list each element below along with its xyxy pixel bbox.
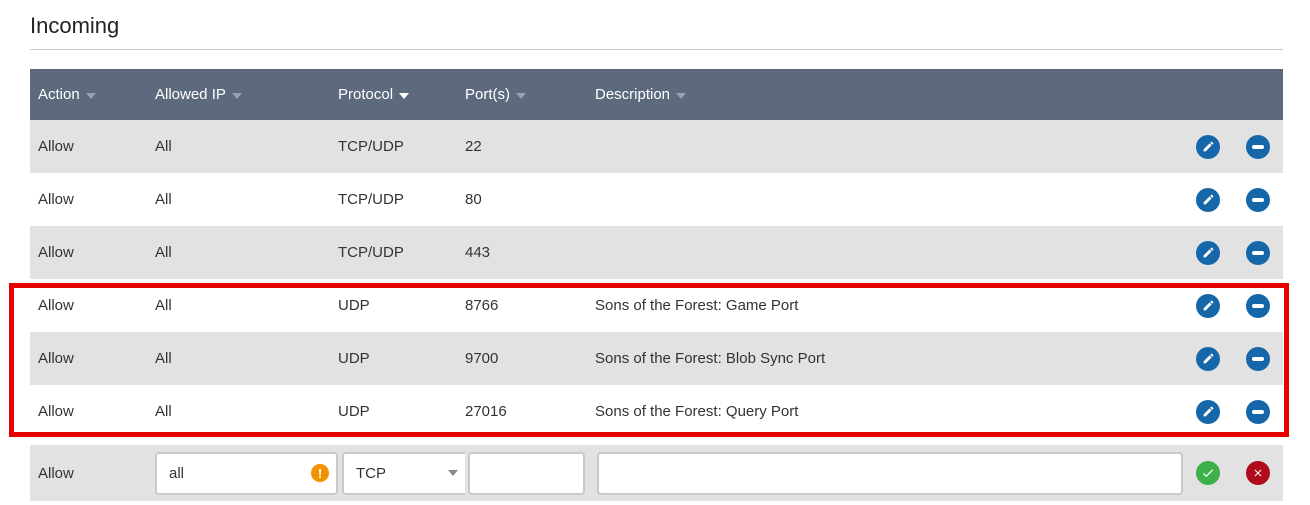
cell-ports: 27016 (465, 403, 507, 420)
cell-protocol: TCP/UDP (338, 244, 404, 261)
sort-caret-icon (676, 93, 687, 99)
cell-description: Sons of the Forest: Game Port (595, 297, 799, 314)
table-row: Allow All TCP/UDP 443 (30, 226, 1283, 279)
column-header-label: Protocol (338, 86, 394, 103)
remove-rule-button[interactable] (1246, 293, 1270, 318)
table-row: Allow All UDP 8766 Sons of the Forest: G… (30, 279, 1283, 332)
cross-icon (1254, 469, 1262, 477)
table-row: Allow All UDP 27016 Sons of the Forest: … (30, 385, 1283, 438)
column-header-label: Allowed IP (155, 86, 226, 103)
cell-allowed-ip: All (155, 191, 172, 208)
cell-allowed-ip: All (155, 138, 172, 155)
confirm-add-rule-button[interactable] (1196, 461, 1220, 485)
pencil-icon (1203, 353, 1213, 364)
cell-protocol: TCP/UDP (338, 191, 404, 208)
cell-new-ports (465, 451, 595, 495)
cell-protocol: UDP (338, 350, 370, 367)
cell-description: Sons of the Forest: Blob Sync Port (595, 350, 826, 367)
minus-icon (1252, 250, 1264, 255)
cell-actions (1183, 187, 1283, 212)
table-row: Allow All TCP/UDP 22 (30, 120, 1283, 173)
cell-actions (1183, 346, 1283, 371)
pencil-icon (1203, 300, 1213, 311)
section-title: Incoming (30, 0, 1283, 50)
cell-new-actions (1183, 461, 1283, 485)
incoming-section: Incoming Action Allowed IP Protocol Port(s)… (30, 0, 1283, 501)
sort-caret-icon (85, 93, 96, 99)
cell-allowed-ip: All (155, 244, 172, 261)
cell-action: Allow (38, 403, 74, 420)
pencil-icon (1203, 194, 1213, 205)
remove-rule-button[interactable] (1246, 240, 1270, 265)
protocol-select[interactable]: TCP (342, 451, 465, 495)
table-header-row: Action Allowed IP Protocol Port(s) Descripti… (30, 69, 1283, 120)
minus-icon (1252, 409, 1264, 414)
cell-new-action: Allow (38, 464, 74, 482)
cell-new-description (595, 451, 1183, 495)
cell-actions (1183, 134, 1283, 159)
cell-allowed-ip: All (155, 297, 172, 314)
remove-rule-button[interactable] (1246, 187, 1270, 212)
column-header-allowed-ip[interactable]: Allowed IP (155, 86, 338, 103)
remove-rule-button[interactable] (1246, 346, 1270, 371)
column-header-description[interactable]: Description (595, 86, 1183, 103)
warning-icon: ! (311, 464, 329, 482)
cell-ports: 22 (465, 138, 482, 155)
table-row: Allow All UDP 9700 Sons of the Forest: B… (30, 332, 1283, 385)
cell-action: Allow (38, 350, 74, 367)
sort-caret-icon (399, 93, 410, 99)
table-row: Allow All TCP/UDP 80 (30, 173, 1283, 226)
cell-new-protocol: TCP (338, 451, 465, 495)
edit-rule-button[interactable] (1196, 187, 1220, 212)
minus-icon (1252, 356, 1264, 361)
cell-actions (1183, 293, 1283, 318)
sort-caret-icon (516, 93, 526, 99)
cell-actions (1183, 240, 1283, 265)
cell-ports: 8766 (465, 297, 499, 314)
cell-ports: 9700 (465, 350, 499, 367)
cell-action: Allow (38, 138, 74, 155)
edit-rule-button[interactable] (1196, 134, 1220, 159)
cell-description: Sons of the Forest: Query Port (595, 403, 799, 420)
cell-allowed-ip: All (155, 403, 172, 420)
add-rule-row: Allow ! TCP (30, 445, 1283, 501)
edit-rule-button[interactable] (1196, 346, 1220, 371)
minus-icon (1252, 144, 1264, 149)
cell-protocol: UDP (338, 403, 370, 420)
cell-action: Allow (38, 191, 74, 208)
cell-action: Allow (38, 244, 74, 261)
description-input[interactable] (597, 451, 1183, 495)
sort-caret-icon (231, 93, 242, 99)
column-header-label: Port(s) (465, 86, 510, 103)
pencil-icon (1203, 141, 1213, 152)
column-header-action[interactable]: Action (38, 86, 155, 103)
remove-rule-button[interactable] (1246, 399, 1270, 424)
table-body: Allow All TCP/UDP 22 Allow All TCP/UDP 8… (30, 120, 1283, 438)
cell-new-allowed-ip: ! (155, 451, 338, 495)
cell-protocol: TCP/UDP (338, 138, 404, 155)
cell-ports: 443 (465, 244, 491, 261)
column-header-protocol[interactable]: Protocol (338, 86, 465, 103)
column-header-port-s[interactable]: Port(s) (465, 86, 595, 103)
pencil-icon (1203, 406, 1213, 417)
edit-rule-button[interactable] (1196, 240, 1220, 265)
ports-input[interactable] (468, 451, 585, 495)
edit-rule-button[interactable] (1196, 293, 1220, 318)
remove-rule-button[interactable] (1246, 134, 1270, 159)
cell-allowed-ip: All (155, 350, 172, 367)
cell-action: Allow (38, 297, 74, 314)
cell-actions (1183, 399, 1283, 424)
edit-rule-button[interactable] (1196, 399, 1220, 424)
cell-ports: 80 (465, 191, 482, 208)
minus-icon (1252, 197, 1264, 202)
column-header-label: Action (38, 86, 80, 103)
check-icon (1202, 469, 1214, 478)
cancel-add-rule-button[interactable] (1246, 461, 1270, 485)
minus-icon (1252, 303, 1264, 308)
pencil-icon (1203, 247, 1213, 258)
firewall-rules-table: Action Allowed IP Protocol Port(s) Descripti… (30, 69, 1283, 501)
column-header-label: Description (595, 86, 671, 103)
cell-protocol: UDP (338, 297, 370, 314)
